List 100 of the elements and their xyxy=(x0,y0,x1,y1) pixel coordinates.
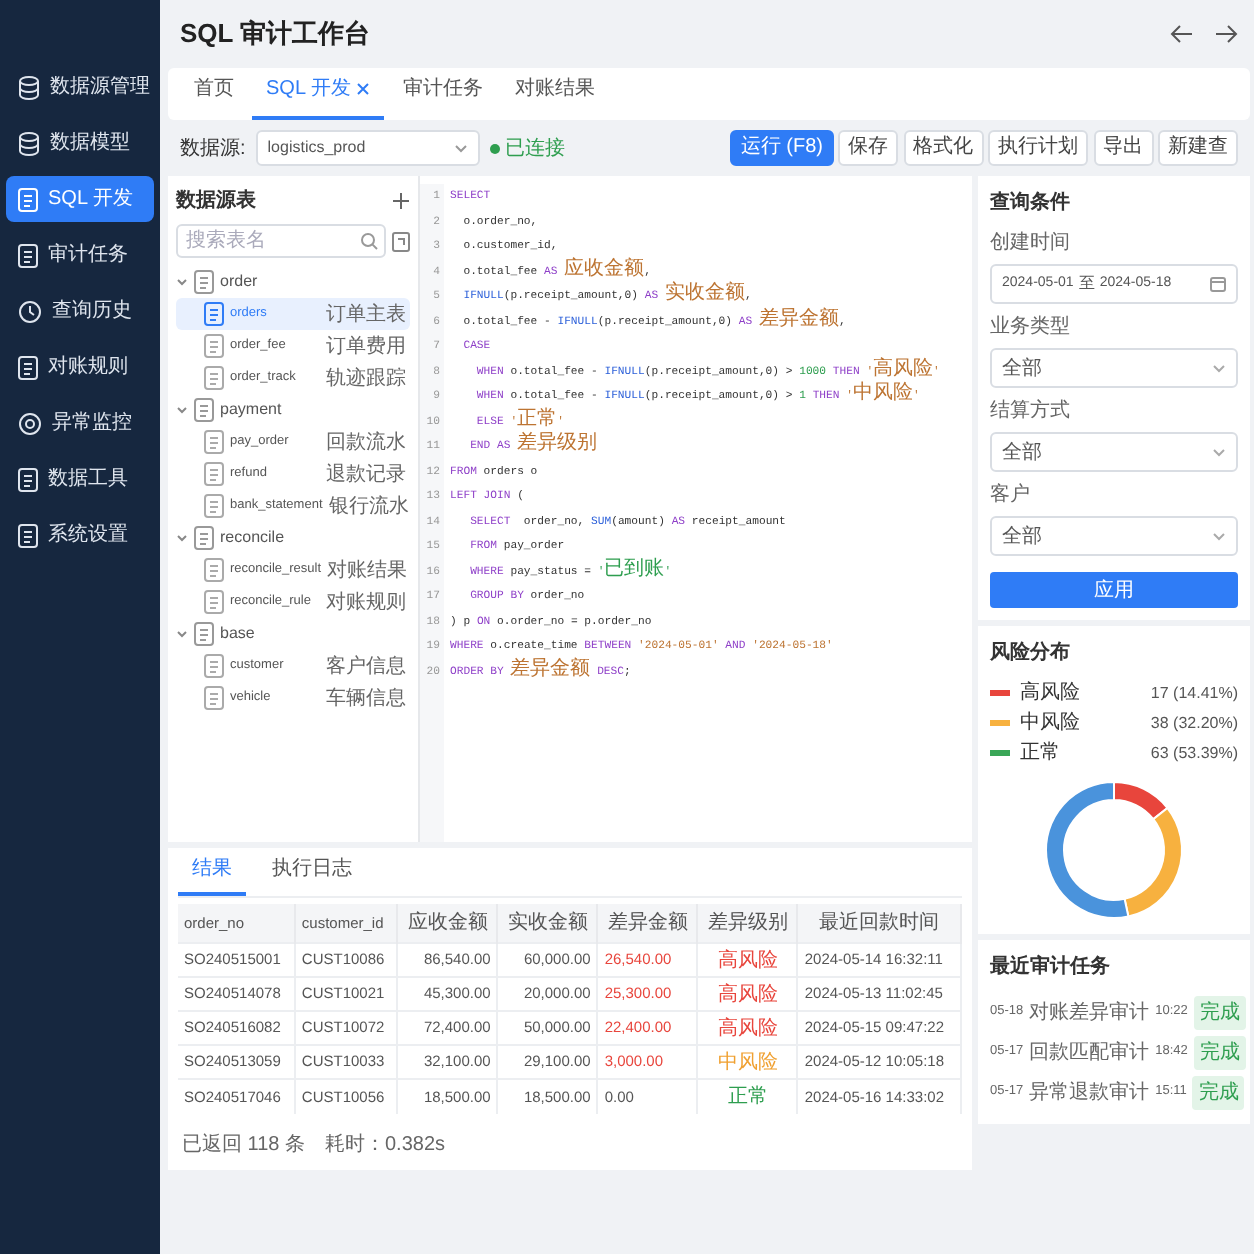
chevron-down-icon xyxy=(1212,363,1226,373)
task-name: 对账差异审计 xyxy=(1029,999,1150,1027)
field-label: 结算方式 xyxy=(990,397,1072,426)
column-header: 实收金额 xyxy=(497,904,598,943)
sidebar-item[interactable]: 数据工具 xyxy=(6,456,154,502)
search-field[interactable]: 搜索表名 xyxy=(176,224,386,258)
document-icon xyxy=(204,494,224,518)
toolbar-button[interactable]: 新建查 xyxy=(1158,130,1238,166)
field-label: 客户 xyxy=(990,481,1032,510)
close-icon[interactable] xyxy=(356,82,371,96)
legend-value: 63 (53.39%) xyxy=(1150,741,1238,765)
document-icon xyxy=(204,590,224,614)
select-field[interactable]: 全部 xyxy=(990,432,1238,472)
panel-title: 风险分布 xyxy=(990,639,1072,668)
task-name: 回款匹配审计 xyxy=(1029,1039,1150,1067)
document-icon xyxy=(18,187,38,211)
legend-value: 17 (14.41%) xyxy=(1150,681,1238,705)
select-field[interactable]: 全部 xyxy=(990,348,1238,388)
legend-label: 高风险 xyxy=(1020,679,1080,708)
tab[interactable]: 执行日志 xyxy=(258,854,366,896)
document-icon xyxy=(194,398,214,422)
document-icon xyxy=(18,467,38,491)
field-label: 创建时间 xyxy=(990,229,1072,258)
database-icon xyxy=(18,75,40,99)
field-label: 业务类型 xyxy=(990,313,1072,342)
sidebar-item[interactable]: SQL 开发 xyxy=(6,176,154,222)
sidebar-item[interactable]: 数据源管理 xyxy=(6,64,154,110)
back-icon[interactable] xyxy=(1170,24,1194,44)
tab[interactable]: 结果 xyxy=(178,854,246,896)
column-header: 差异级别 xyxy=(697,904,798,943)
panel-title: 数据源表 xyxy=(176,187,256,216)
page-title: SQL 审计工作台 xyxy=(180,16,371,53)
chevron-down-icon xyxy=(453,143,468,153)
table-cell: 高风险 xyxy=(697,1011,798,1045)
status-badge: 完成 xyxy=(1192,1075,1245,1109)
caret-down-icon[interactable] xyxy=(176,404,188,416)
status-badge: 完成 xyxy=(1193,1035,1246,1069)
document-icon xyxy=(194,526,214,550)
connection-status: 已连接 xyxy=(489,133,565,163)
document-icon xyxy=(204,366,224,390)
datasource-select[interactable]: logistics_prod xyxy=(255,130,480,166)
target-icon xyxy=(18,411,42,435)
legend-label: 中风险 xyxy=(1020,709,1080,738)
result-count: 已返回 118 条 xyxy=(182,1131,305,1159)
document-icon xyxy=(204,334,224,358)
sidebar-item[interactable]: 异常监控 xyxy=(6,400,154,446)
clock-icon xyxy=(18,299,42,323)
caret-down-icon[interactable] xyxy=(176,276,188,288)
document-icon xyxy=(204,302,224,326)
table-cell: 高风险 xyxy=(697,943,798,977)
column-header: 差异金额 xyxy=(597,904,698,943)
document-icon xyxy=(204,654,224,678)
document-icon xyxy=(204,430,224,454)
document-icon xyxy=(18,355,38,379)
table-cell: 中风险 xyxy=(697,1045,798,1079)
toolbar-button[interactable]: 导出 xyxy=(1093,130,1153,166)
document-icon xyxy=(18,523,38,547)
chevron-down-icon xyxy=(1212,447,1226,457)
tab[interactable]: SQL 开发 xyxy=(252,74,385,120)
legend-label: 正常 xyxy=(1020,739,1060,768)
document-icon xyxy=(194,622,214,646)
sidebar-item[interactable]: 数据模型 xyxy=(6,120,154,166)
tree-group[interactable]: base xyxy=(176,618,410,650)
sidebar-item[interactable]: 系统设置 xyxy=(6,512,154,558)
tab[interactable]: 首页 xyxy=(180,74,248,120)
datasource-label: 数据源: xyxy=(180,135,246,163)
document-icon xyxy=(204,686,224,710)
tree-group[interactable]: reconcile xyxy=(176,522,410,554)
apply-button[interactable]: 应用 xyxy=(990,572,1238,608)
toolbar-button[interactable]: 执行计划 xyxy=(988,130,1088,166)
calendar-icon xyxy=(1210,276,1226,292)
panel-title: 查询条件 xyxy=(990,189,1072,218)
add-icon[interactable] xyxy=(392,192,410,210)
elapsed-time: 耗时：0.382s xyxy=(325,1131,446,1159)
forward-icon[interactable] xyxy=(1214,24,1238,44)
column-header: 最近回款时间 xyxy=(797,904,961,943)
document-icon xyxy=(18,243,38,267)
document-icon xyxy=(194,270,214,294)
tree-group[interactable]: order xyxy=(176,266,410,298)
status-badge: 完成 xyxy=(1193,995,1246,1029)
document-icon xyxy=(204,558,224,582)
caret-down-icon[interactable] xyxy=(176,628,188,640)
toolbar-button[interactable]: 格式化 xyxy=(903,130,983,166)
caret-down-icon[interactable] xyxy=(176,532,188,544)
tab[interactable]: 对账结果 xyxy=(500,74,609,120)
toolbar-button[interactable]: 保存 xyxy=(838,130,898,166)
panel-title: 最近审计任务 xyxy=(990,952,1112,982)
sidebar-item[interactable]: 查询历史 xyxy=(6,288,154,334)
tree-group[interactable]: payment xyxy=(176,394,410,426)
document-icon xyxy=(204,462,224,486)
sidebar-item[interactable]: 对账规则 xyxy=(6,344,154,390)
run-button[interactable]: 运行 (F8) xyxy=(730,130,833,166)
task-name: 异常退款审计 xyxy=(1029,1079,1150,1107)
tab[interactable]: 审计任务 xyxy=(388,74,497,120)
search-icon xyxy=(360,232,378,250)
select-field[interactable]: 全部 xyxy=(990,516,1238,556)
table-cell: 高风险 xyxy=(697,977,798,1011)
sidebar-item[interactable]: 审计任务 xyxy=(6,232,154,278)
database-icon xyxy=(18,131,40,155)
chevron-down-icon xyxy=(1212,531,1226,541)
